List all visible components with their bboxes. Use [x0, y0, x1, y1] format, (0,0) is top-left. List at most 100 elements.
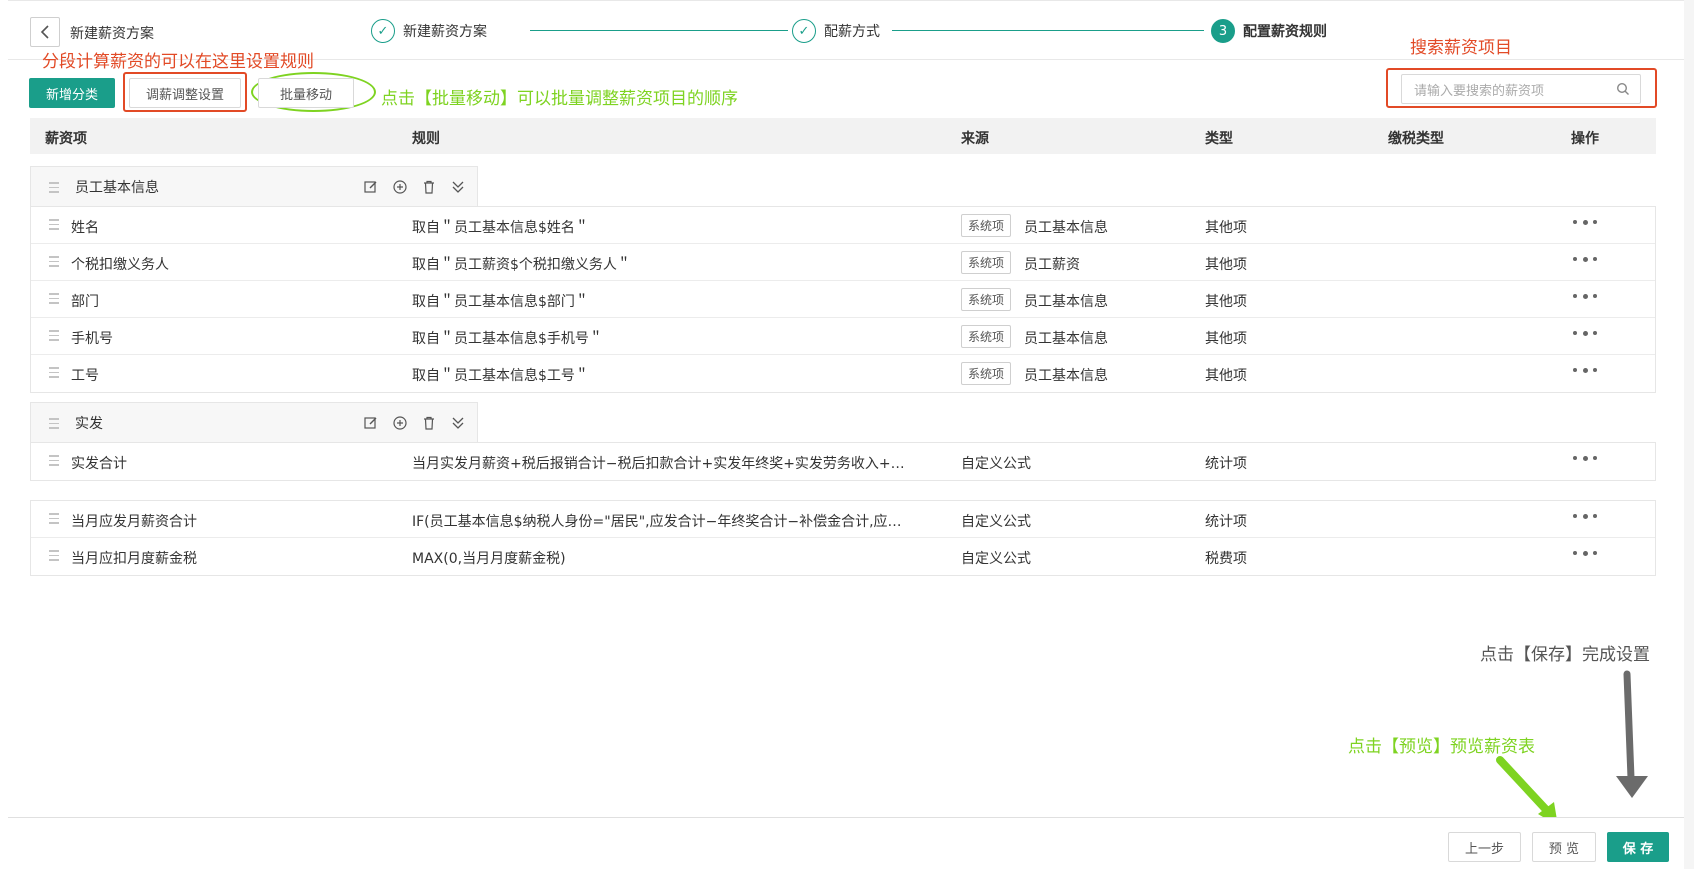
drag-handle-icon[interactable]: [49, 293, 59, 307]
drag-handle-icon[interactable]: [49, 418, 59, 432]
step-done-icon: ✓: [371, 19, 395, 43]
annotation-search: 搜索薪资项目: [1410, 38, 1512, 58]
drag-handle-icon[interactable]: [49, 550, 59, 564]
step-3: 3 配置薪资规则: [1211, 17, 1327, 45]
rule-text: 取自＂员工基本信息$工号＂: [412, 368, 589, 384]
system-tag: 系统项: [961, 214, 1012, 237]
column-header: 来源: [961, 131, 989, 147]
edit-icon[interactable]: [363, 415, 379, 431]
salary-item-name: 当月应发月薪资合计: [71, 514, 197, 530]
add-circle-icon[interactable]: [392, 179, 408, 195]
system-tag: 系统项: [961, 362, 1012, 385]
step-number: 3: [1211, 19, 1235, 43]
column-header: 类型: [1205, 131, 1233, 147]
adjust-setting-button[interactable]: 调薪调整设置: [129, 78, 241, 108]
more-icon[interactable]: [1573, 326, 1597, 340]
more-icon[interactable]: [1573, 289, 1597, 303]
source-text: 员工基本信息: [1024, 294, 1108, 310]
column-header: 薪资项: [45, 131, 87, 147]
more-icon[interactable]: [1573, 451, 1597, 465]
chevron-left-icon: [40, 25, 49, 39]
preview-button[interactable]: 预 览: [1532, 832, 1596, 862]
more-icon[interactable]: [1573, 509, 1597, 523]
add-category-button[interactable]: 新增分类: [29, 78, 115, 108]
drag-handle-icon[interactable]: [49, 256, 59, 270]
group-body: 实发合计 当月实发月薪资+税后报销合计−税后扣款合计+实发年终奖+实发劳务收入+实…: [30, 442, 1656, 481]
table-row[interactable]: 部门 取自＂员工基本信息$部门＂ 系统项 员工基本信息 其他项: [31, 281, 1655, 318]
drag-handle-icon[interactable]: [49, 455, 59, 469]
source-text: 自定义公式: [961, 514, 1031, 530]
delete-icon[interactable]: [421, 179, 437, 195]
collapse-icon[interactable]: [450, 179, 466, 195]
salary-item-name: 个税扣缴义务人: [71, 257, 169, 273]
add-circle-icon[interactable]: [392, 415, 408, 431]
type-text: 其他项: [1205, 368, 1247, 384]
prev-step-button[interactable]: 上一步: [1448, 832, 1521, 862]
step-1: ✓ 新建薪资方案: [371, 17, 487, 45]
salary-item-name: 姓名: [71, 220, 99, 236]
drag-handle-icon[interactable]: [49, 367, 59, 381]
drag-handle-icon[interactable]: [49, 330, 59, 344]
table-row[interactable]: 工号 取自＂员工基本信息$工号＂ 系统项 员工基本信息 其他项: [31, 355, 1655, 392]
arrow-icon: [1496, 670, 1648, 826]
rule-text: 取自＂员工基本信息$姓名＂: [412, 220, 589, 236]
page-title: 新建薪资方案: [70, 26, 154, 42]
table-row[interactable]: 当月应发月薪资合计 IF(员工基本信息$纳税人身份="居民",应发合计−年终奖合计…: [31, 501, 1655, 538]
salary-item-name: 实发合计: [71, 456, 127, 472]
page: 新建薪资方案 ✓ 新建薪资方案 ✓ 配薪方式 3 配置薪资规则 分段计算薪资的可…: [0, 0, 1694, 869]
table-row[interactable]: 手机号 取自＂员工基本信息$手机号＂ 系统项 员工基本信息 其他项: [31, 318, 1655, 355]
annotation-segment-rule: 分段计算薪资的可以在这里设置规则: [42, 52, 314, 72]
type-text: 统计项: [1205, 456, 1247, 472]
more-icon[interactable]: [1573, 215, 1597, 229]
edit-icon[interactable]: [363, 179, 379, 195]
more-icon[interactable]: [1573, 546, 1597, 560]
step-label: 配置薪资规则: [1243, 24, 1327, 40]
system-tag: 系统项: [961, 325, 1012, 348]
more-icon[interactable]: [1573, 363, 1597, 377]
search-placeholder: 请输入要搜索的薪资项: [1414, 83, 1545, 99]
annotation-batch-move: 点击【批量移动】可以批量调整薪资项目的顺序: [381, 89, 738, 109]
rule-text: 取自＂员工薪资$个税扣缴义务人＂: [412, 257, 631, 273]
step-label: 新建薪资方案: [403, 24, 487, 40]
system-tag: 系统项: [961, 288, 1012, 311]
save-button[interactable]: 保 存: [1607, 832, 1669, 862]
salary-item-name: 部门: [71, 294, 99, 310]
type-text: 其他项: [1205, 331, 1247, 347]
search-icon: [1616, 82, 1629, 95]
group-name: 实发: [75, 415, 103, 432]
collapse-icon[interactable]: [450, 415, 466, 431]
more-icon[interactable]: [1573, 252, 1597, 266]
table-row[interactable]: 当月应扣月度薪金税 MAX(0,当月月度薪金税) 自定义公式 税费项: [31, 538, 1655, 575]
back-button[interactable]: [30, 17, 60, 47]
ungrouped-body: 当月应发月薪资合计 IF(员工基本信息$纳税人身份="居民",应发合计−年终奖合计…: [30, 500, 1656, 576]
table-header: 薪资项 规则 来源 类型 缴税类型 操作: [30, 118, 1656, 154]
delete-icon[interactable]: [421, 415, 437, 431]
step-connector: [892, 30, 1204, 31]
group-header[interactable]: 员工基本信息: [30, 166, 478, 206]
batch-move-button[interactable]: 批量移动: [258, 78, 354, 108]
type-text: 统计项: [1205, 514, 1247, 530]
table-row[interactable]: 个税扣缴义务人 取自＂员工薪资$个税扣缴义务人＂ 系统项 员工薪资 其他项: [31, 244, 1655, 281]
group-header[interactable]: 实发: [30, 402, 478, 442]
type-text: 其他项: [1205, 220, 1247, 236]
drag-handle-icon[interactable]: [49, 219, 59, 233]
type-text: 其他项: [1205, 294, 1247, 310]
rule-text: IF(员工基本信息$纳税人身份="居民",应发合计−年终奖合计−补偿金合计,应发…: [412, 514, 912, 530]
system-tag: 系统项: [961, 251, 1012, 274]
search-input[interactable]: 请输入要搜索的薪资项: [1401, 74, 1641, 104]
drag-handle-icon[interactable]: [49, 182, 59, 196]
table-row[interactable]: 姓名 取自＂员工基本信息$姓名＂ 系统项 员工基本信息 其他项: [31, 207, 1655, 244]
rule-text: 取自＂员工基本信息$部门＂: [412, 294, 589, 310]
rule-text: MAX(0,当月月度薪金税): [412, 551, 566, 567]
step-connector: [530, 30, 788, 31]
source-text: 员工基本信息: [1024, 331, 1108, 347]
footer: [8, 817, 1684, 869]
step-done-icon: ✓: [792, 19, 816, 43]
step-2: ✓ 配薪方式: [792, 17, 880, 45]
table-row[interactable]: 实发合计 当月实发月薪资+税后报销合计−税后扣款合计+实发年终奖+实发劳务收入+实…: [31, 443, 1655, 480]
column-header: 规则: [412, 131, 440, 147]
scroll-track: [1684, 0, 1694, 869]
source-text: 自定义公式: [961, 456, 1031, 472]
source-text: 员工薪资: [1024, 257, 1080, 273]
drag-handle-icon[interactable]: [49, 513, 59, 527]
